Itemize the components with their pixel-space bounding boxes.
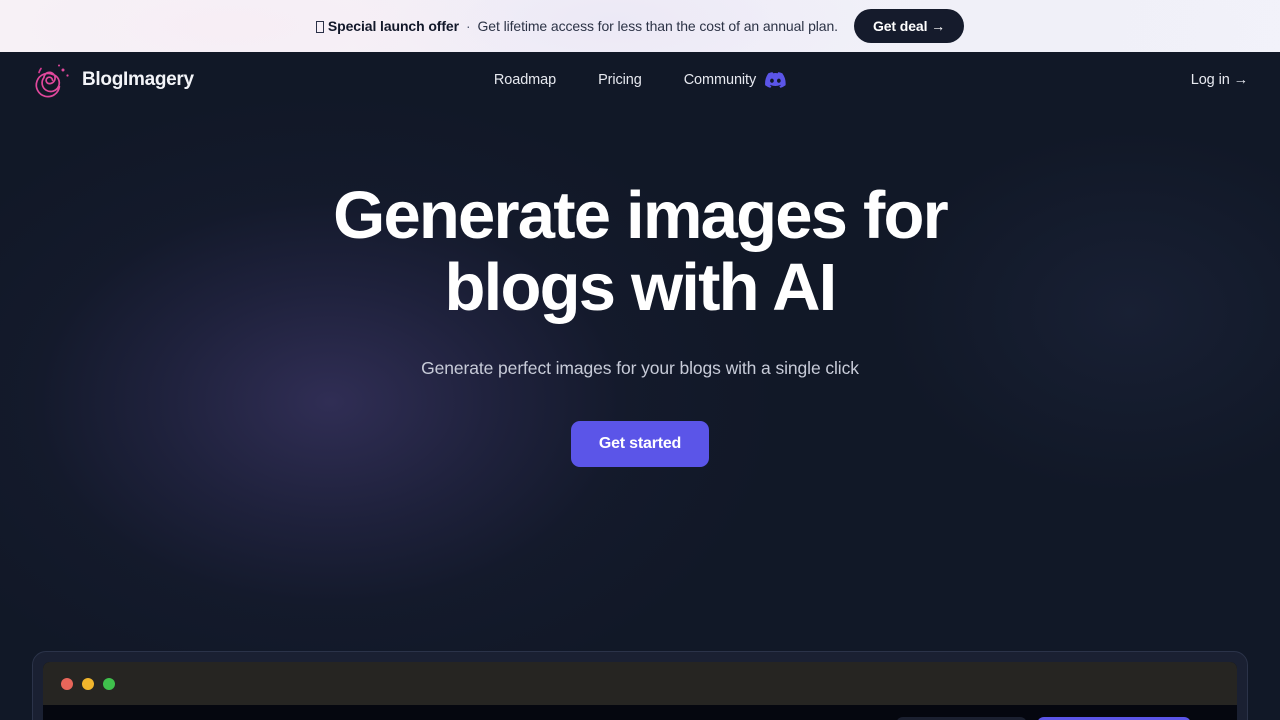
- nav-links: Roadmap Pricing Community: [494, 72, 786, 88]
- discord-icon: [765, 72, 786, 88]
- page-body: BlogImagery Roadmap Pricing Community Lo…: [0, 52, 1280, 720]
- hero-title-line-2: blogs with AI: [444, 250, 838, 325]
- app-preview-window: Use sample data Generate images: [43, 662, 1237, 720]
- window-titlebar: [43, 662, 1237, 705]
- app-preview-frame: Use sample data Generate images: [32, 651, 1248, 720]
- hero-subtitle: Generate perfect images for your blogs w…: [421, 358, 859, 378]
- nav-right: Log in →: [1191, 72, 1248, 88]
- promo-banner: Special launch offer · Get lifetime acce…: [0, 0, 1280, 52]
- promo-emoji-icon: [315, 21, 324, 33]
- window-maximize-dot[interactable]: [103, 677, 115, 690]
- brand-name: BlogImagery: [82, 69, 194, 90]
- nav-link-pricing[interactable]: Pricing: [598, 72, 642, 88]
- nav-link-roadmap[interactable]: Roadmap: [494, 72, 556, 88]
- login-link[interactable]: Log in →: [1191, 72, 1248, 88]
- get-deal-button[interactable]: Get deal →: [853, 9, 965, 43]
- navbar: BlogImagery Roadmap Pricing Community Lo…: [0, 52, 1280, 108]
- nav-link-community-label: Community: [683, 72, 757, 88]
- nav-link-community[interactable]: Community: [684, 72, 786, 88]
- promo-headline: Special launch offer: [327, 18, 459, 34]
- nav-link-roadmap-label: Roadmap: [493, 72, 557, 88]
- hero-title: Generate images for blogs with AI: [260, 180, 1020, 324]
- promo-separator: ·: [465, 18, 471, 34]
- window-close-dot[interactable]: [61, 677, 73, 690]
- get-started-button[interactable]: Get started: [570, 421, 710, 467]
- spiral-logo-icon: [35, 64, 69, 98]
- hero-title-line-1: Generate images for: [333, 178, 949, 253]
- nav-link-pricing-label: Pricing: [598, 72, 642, 88]
- promo-description: Get lifetime access for less than the co…: [477, 18, 839, 34]
- app-preview-body: Use sample data Generate images: [43, 705, 1237, 720]
- hero-section: Generate images for blogs with AI Genera…: [0, 108, 1280, 467]
- window-minimize-dot[interactable]: [82, 677, 94, 690]
- promo-banner-content: Special launch offer · Get lifetime acce…: [315, 9, 965, 43]
- promo-text: Special launch offer · Get lifetime acce…: [315, 18, 839, 34]
- brand-logo[interactable]: BlogImagery: [32, 60, 194, 100]
